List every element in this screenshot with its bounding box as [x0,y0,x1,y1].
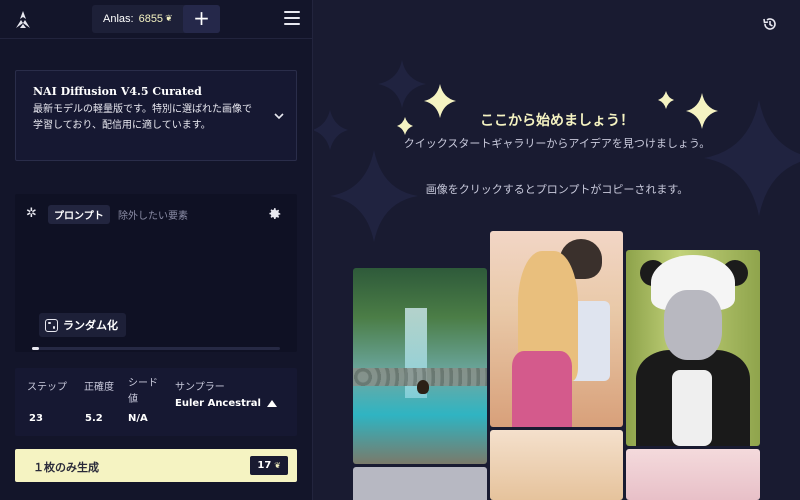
gallery-image[interactable] [353,467,487,500]
anlas-balance[interactable]: Anlas: 6855 ❦ + [92,5,220,33]
main-area: ここから始めましょう！ クイックスタートギャラリーからアイデアを見つけましょう。… [314,0,800,500]
gallery-image-panda-hood[interactable] [626,250,760,446]
seed-label: シード値 [128,378,158,405]
prompt-panel[interactable]: ✲ プロンプト 除外したい要素 ランダム化 [15,194,297,352]
hero-hint: 画像をクリックするとプロンプトがコピーされます。 [425,183,689,196]
history-icon[interactable] [762,16,778,32]
sampler-label: サンプラー [175,382,225,393]
guidance-value[interactable]: 5.2 [85,413,103,424]
dice-icon [45,318,58,332]
prompt-length-fill [32,347,40,350]
model-title: NAI Diffusion V4.5 Curated [33,85,202,98]
tab-prompt[interactable]: プロンプト [48,205,110,224]
topbar: Anlas: 6855 ❦ + [0,0,313,39]
seed-value[interactable]: N/A [128,413,148,424]
chevron-down-icon[interactable] [274,111,284,121]
steps-value[interactable]: 23 [29,413,43,424]
triangle-up-icon[interactable] [267,400,277,407]
add-anlas-button[interactable]: + [183,5,220,33]
sidebar: Anlas: 6855 ❦ + NAI Diffusion V4.5 Curat… [0,0,313,500]
randomize-button[interactable]: ランダム化 [39,313,126,337]
model-description: 最新モデルの軽量版です。特別に選ばれた画像で学習しており、配信用に適しています。 [33,104,252,131]
hero-subtitle: クイックスタートギャラリーからアイデアを見つけましょう。 [403,137,711,150]
steps-label: ステップ [27,382,67,393]
generation-settings[interactable]: ステップ 23 正確度 5.2 シード値 N/A サンプラー Euler Anc… [15,368,297,436]
menu-icon[interactable] [284,11,300,27]
anlas-leaf-icon: ❦ [165,14,173,24]
generate-label: １枚のみ生成 [33,461,99,474]
prompt-length-bar [32,347,280,350]
sampler-value[interactable]: Euler Ancestral [175,398,261,409]
hero-title: ここから始めましょう！ [480,113,634,129]
cost-badge: 17 ❦ [250,456,288,475]
logo-icon[interactable] [13,10,33,30]
gallery-image[interactable] [626,449,760,500]
sparkle-icon[interactable]: ✲ [26,206,37,221]
cost-value: 17 [257,460,272,471]
generate-button[interactable]: １枚のみ生成 17 ❦ [15,449,297,482]
anlas-leaf-icon: ❦ [274,461,281,470]
model-selector[interactable]: NAI Diffusion V4.5 Curated 最新モデルの軽量版です。特… [15,70,297,161]
anlas-value: 6855 [138,13,164,25]
anlas-label: Anlas: [103,13,134,25]
gear-icon[interactable] [268,207,282,221]
gallery-image-couple[interactable] [490,231,623,427]
randomize-label: ランダム化 [63,319,118,332]
gallery-image[interactable] [490,430,623,500]
guidance-label: 正確度 [84,382,114,393]
gallery-image-waterfall[interactable] [353,268,487,464]
tab-negative-prompt[interactable]: 除外したい要素 [118,207,188,222]
